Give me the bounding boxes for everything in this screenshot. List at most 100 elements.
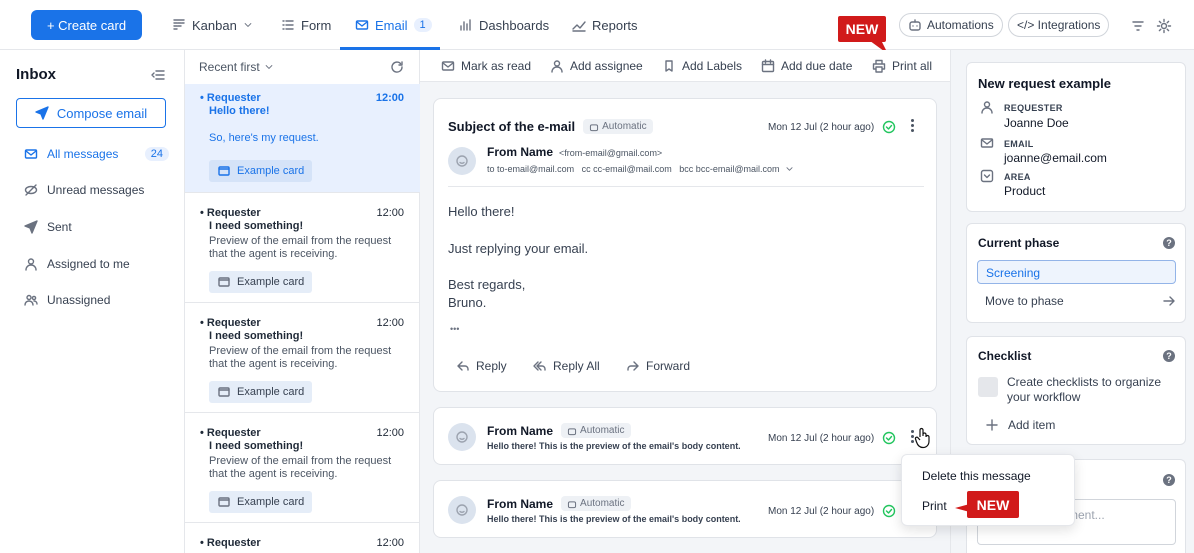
sender-name: From Name: [487, 496, 554, 511]
email-body-line: Hello there!: [448, 204, 515, 219]
automatic-chip: Automatic: [583, 119, 653, 134]
check-circle-icon: [882, 504, 896, 518]
message-time: 12:00: [375, 92, 404, 104]
create-card-button[interactable]: + Create card: [31, 10, 142, 40]
sort-dropdown[interactable]: Recent first: [199, 60, 274, 74]
sidebar-item-label: Assigned to me: [47, 257, 130, 271]
reply-button[interactable]: Reply: [456, 359, 507, 373]
example-card-chip[interactable]: Example card: [209, 271, 313, 293]
new-feature-tag: NEW: [967, 491, 1019, 518]
card-icon: [218, 387, 230, 397]
help-icon[interactable]: ?: [1163, 237, 1175, 249]
example-card-chip[interactable]: Example card: [209, 381, 313, 403]
tag-icon: [665, 60, 673, 72]
recipients-line[interactable]: to to-email@mail.com cc cc-email@mail.co…: [487, 162, 794, 176]
list-item[interactable]: • Requester 12:00: [185, 523, 420, 553]
new-tag-label: NEW: [976, 496, 1010, 513]
automations-button[interactable]: Automations: [899, 13, 1003, 37]
collapsed-email[interactable]: From Name Automatic Hello there! This is…: [433, 480, 937, 538]
message-preview: Preview of the email from the request th…: [209, 455, 392, 480]
integrations-button[interactable]: </> Integrations: [1008, 13, 1110, 37]
user-icon: [551, 60, 563, 73]
add-assignee-button[interactable]: Add assignee: [550, 58, 643, 74]
avatar: [448, 423, 476, 451]
sidebar-item-assigned[interactable]: Assigned to me: [24, 254, 169, 274]
list-item[interactable]: • Requester 12:00 I need something! Previ…: [185, 193, 420, 303]
new-tag-label: NEW: [845, 21, 879, 37]
add-labels-button[interactable]: Add Labels: [662, 58, 742, 74]
all-messages-count: 24: [144, 147, 169, 161]
sidebar-item-sent[interactable]: Sent: [24, 217, 169, 237]
sender-line: From Name Automatic: [487, 423, 631, 438]
tab-reports[interactable]: Reports: [572, 13, 638, 37]
list-header: Recent first: [199, 59, 404, 75]
sidebar-item-all-messages[interactable]: All messages 24: [24, 144, 169, 164]
tab-email[interactable]: Email 1: [355, 13, 432, 37]
inbox-title: Inbox: [16, 66, 56, 83]
delete-message-option[interactable]: Delete this message: [922, 469, 1031, 483]
collapse-sidebar-icon[interactable]: [151, 68, 165, 82]
message-preview: So, here's my request.: [209, 132, 319, 144]
sidebar-item-unread[interactable]: Unread messages: [24, 180, 169, 200]
compose-email-button[interactable]: Compose email: [16, 98, 166, 128]
message-time: 12:00: [376, 207, 404, 219]
kanban-icon: [173, 19, 185, 30]
example-card-chip[interactable]: Example card: [209, 160, 313, 182]
eye-off-icon: [24, 184, 38, 196]
sender-name: From Name: [487, 423, 554, 438]
sender-line: From Name <from-email@gmail.com>: [487, 145, 662, 159]
card-label: Example card: [237, 386, 305, 398]
tab-kanban[interactable]: Kanban: [172, 13, 253, 37]
add-due-date-button[interactable]: Add due date: [761, 58, 852, 74]
tab-form[interactable]: Form: [281, 13, 331, 37]
gear-icon[interactable]: [1156, 18, 1172, 34]
dashboards-icon: [460, 19, 471, 31]
requester-label: REQUESTER: [1004, 103, 1063, 113]
show-more-ellipsis[interactable]: •••: [450, 324, 459, 334]
card-label: Example card: [237, 276, 305, 288]
checklist-hint: Create checklists to organize your workf…: [1007, 375, 1162, 404]
reply-all-button[interactable]: Reply All: [533, 359, 600, 373]
move-to-phase-button[interactable]: Move to phase: [985, 294, 1176, 308]
forward-button[interactable]: Forward: [626, 359, 690, 373]
email-icon: [980, 138, 994, 148]
forward-label: Forward: [646, 359, 691, 373]
filter-icon[interactable]: [1131, 19, 1145, 33]
list-item[interactable]: • Requester 12:00 I need something! Previ…: [185, 303, 420, 413]
recipients: to to-email@mail.com cc cc-email@mail.co…: [487, 164, 780, 174]
email-value: joanne@email.com: [1004, 151, 1107, 165]
avatar: [448, 496, 476, 524]
card-label: Example card: [237, 165, 305, 177]
forward-icon: [627, 361, 639, 371]
help-icon[interactable]: ?: [1163, 474, 1175, 486]
collapsed-email[interactable]: From Name Automatic Hello there! This is…: [433, 407, 937, 465]
list-item[interactable]: • Requester 12:00 Hello there! So, here's…: [185, 84, 420, 193]
sidebar-item-unassigned[interactable]: Unassigned: [24, 290, 169, 310]
more-options-icon[interactable]: [910, 119, 914, 132]
card-icon: [218, 497, 230, 507]
message-sender: • Requester: [200, 537, 261, 549]
checklist-title: Checklist: [978, 349, 1032, 363]
request-title: New request example: [978, 76, 1111, 91]
message-preview: Preview of the email from the request th…: [209, 345, 392, 370]
list-item[interactable]: • Requester 12:00 I need something! Previ…: [185, 413, 420, 523]
add-item-button[interactable]: Add item: [985, 418, 1055, 432]
message-sender: • Requester: [200, 207, 261, 219]
email-thread-card: Subject of the e-mail Automatic Mon 12 J…: [433, 98, 937, 392]
print-option[interactable]: Print: [922, 499, 947, 513]
sender-line: From Name Automatic: [487, 496, 631, 511]
tab-dashboards[interactable]: Dashboards: [459, 13, 549, 37]
current-phase-card: Current phase ? Screening Move to phase: [966, 223, 1186, 323]
mark-as-read-button[interactable]: Mark as read: [441, 58, 531, 74]
area-value: Product: [1004, 184, 1046, 198]
refresh-icon[interactable]: [390, 60, 404, 74]
calendar-icon: [761, 59, 775, 73]
tab-dashboards-label: Dashboards: [479, 17, 550, 33]
help-icon[interactable]: ?: [1163, 350, 1175, 362]
phase-value[interactable]: Screening: [977, 260, 1176, 284]
mark-as-read-label: Mark as read: [461, 59, 532, 73]
automatic-label: Automatic: [580, 498, 625, 509]
send-icon: [24, 220, 38, 234]
example-card-chip[interactable]: Example card: [209, 491, 313, 513]
print-all-button[interactable]: Print all: [872, 58, 932, 74]
